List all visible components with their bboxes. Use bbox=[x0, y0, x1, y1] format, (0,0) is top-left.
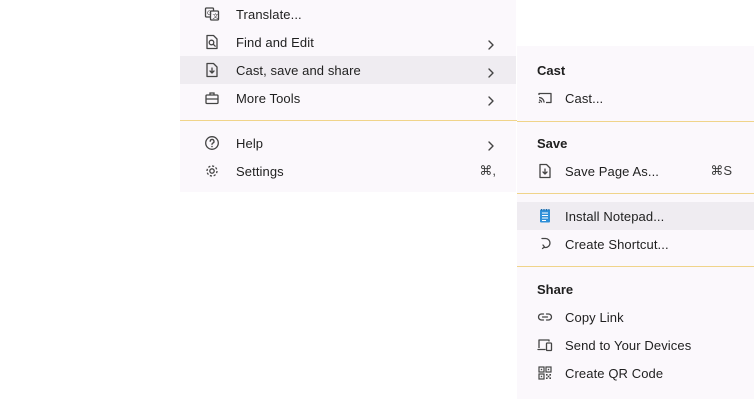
menu-item-label: Copy Link bbox=[565, 309, 624, 325]
save-share-icon bbox=[204, 62, 220, 78]
keyboard-shortcut: ⌘S bbox=[710, 163, 732, 178]
menu-item-cast[interactable]: Cast... bbox=[517, 84, 754, 112]
menu-item-settings[interactable]: Settings ⌘, bbox=[180, 157, 516, 185]
svg-text:文: 文 bbox=[213, 13, 219, 21]
find-page-icon bbox=[204, 34, 220, 50]
menu-item-label: Create Shortcut... bbox=[565, 236, 669, 252]
menu-item-label: More Tools bbox=[236, 90, 301, 106]
menu-item-label: Create QR Code bbox=[565, 365, 664, 381]
link-icon bbox=[537, 309, 553, 325]
menu-item-create-qr-code[interactable]: Create QR Code bbox=[517, 359, 754, 387]
section-heading-save: Save bbox=[537, 136, 568, 151]
menu-item-copy-link[interactable]: Copy Link bbox=[517, 303, 754, 331]
menu-item-more-tools[interactable]: More Tools bbox=[180, 84, 516, 112]
devices-icon bbox=[537, 337, 553, 353]
help-icon bbox=[204, 135, 220, 151]
chevron-right-icon bbox=[486, 65, 496, 78]
menu-separator bbox=[180, 120, 517, 121]
menu-item-create-shortcut[interactable]: Create Shortcut... bbox=[517, 230, 754, 258]
menu-item-label: Cast... bbox=[565, 90, 604, 106]
cast-icon bbox=[537, 90, 553, 106]
cast-save-share-submenu: Cast Cast... Save Save Page As... ⌘S Ins… bbox=[517, 46, 754, 399]
menu-item-cast-save-share[interactable]: Cast, save and share bbox=[180, 56, 516, 84]
menu-item-send-to-devices[interactable]: Send to Your Devices bbox=[517, 331, 754, 359]
menu-item-label: Help bbox=[236, 135, 264, 151]
menu-item-label: Install Notepad... bbox=[565, 208, 665, 224]
menu-item-save-page-as[interactable]: Save Page As... ⌘S bbox=[517, 157, 754, 185]
menu-item-label: Settings bbox=[236, 163, 284, 179]
menu-item-label: Save Page As... bbox=[565, 163, 660, 179]
section-heading-cast: Cast bbox=[537, 63, 566, 78]
toolbox-icon bbox=[204, 90, 220, 106]
keyboard-shortcut: ⌘, bbox=[479, 163, 496, 178]
qr-code-icon bbox=[537, 365, 553, 381]
shortcut-arrow-icon bbox=[537, 236, 553, 252]
menu-item-label: Find and Edit bbox=[236, 34, 314, 50]
menu-item-label: Translate... bbox=[236, 6, 302, 22]
menu-item-translate[interactable]: G文 Translate... bbox=[180, 0, 516, 28]
notepad-app-icon bbox=[537, 208, 553, 224]
svg-text:G: G bbox=[207, 10, 212, 17]
gear-icon bbox=[204, 163, 220, 179]
menu-item-label: Cast, save and share bbox=[236, 62, 361, 78]
menu-item-label: Send to Your Devices bbox=[565, 337, 692, 353]
chrome-main-menu: G文 Translate... Find and Edit Cast, save… bbox=[180, 0, 517, 192]
section-heading-share: Share bbox=[537, 282, 574, 297]
chevron-right-icon bbox=[486, 138, 496, 151]
menu-item-find-and-edit[interactable]: Find and Edit bbox=[180, 28, 516, 56]
translate-icon: G文 bbox=[204, 6, 220, 22]
menu-separator bbox=[517, 193, 754, 194]
menu-separator bbox=[517, 266, 754, 267]
chevron-right-icon bbox=[486, 93, 496, 106]
menu-item-help[interactable]: Help bbox=[180, 129, 516, 157]
menu-separator bbox=[517, 121, 754, 122]
save-page-icon bbox=[537, 163, 553, 179]
menu-item-install-app[interactable]: Install Notepad... bbox=[517, 202, 754, 230]
chevron-right-icon bbox=[486, 37, 496, 50]
